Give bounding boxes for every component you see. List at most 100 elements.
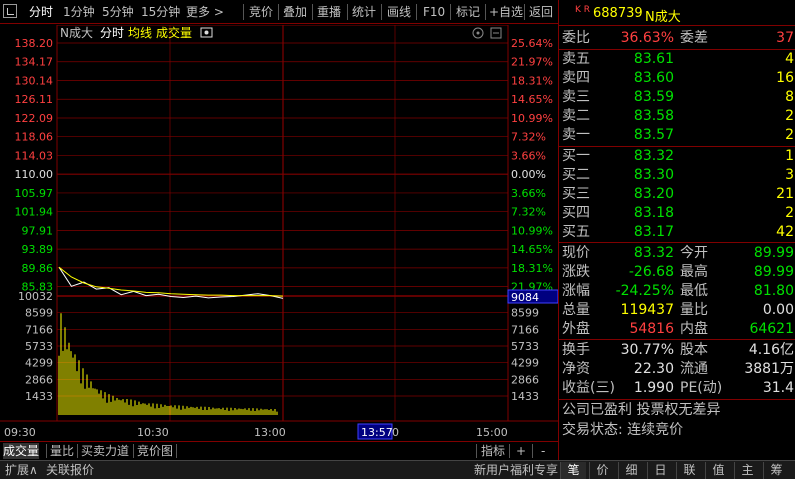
stat-label: 涨跌 xyxy=(562,264,590,280)
volume-label: 2866 xyxy=(25,373,53,386)
stat-label: 股本 xyxy=(680,342,708,358)
price-label: 105.97 xyxy=(15,187,54,200)
menu-collapse-icon[interactable] xyxy=(3,4,17,18)
settings-icon[interactable] xyxy=(472,27,484,39)
tab-auction-chart[interactable]: 竞价图 xyxy=(137,443,173,459)
stat-value: 4.16亿 xyxy=(748,342,794,358)
weibi-label: 委比 xyxy=(562,30,590,46)
stock-name: N成大 xyxy=(645,10,681,25)
zoom-in-button[interactable]: + xyxy=(516,443,526,459)
toolbar-tab-1min[interactable]: 1分钟 xyxy=(63,3,95,21)
order-price: 83.20 xyxy=(633,186,674,202)
stat-label: 流通 xyxy=(680,361,708,377)
toolbar-tab-5min[interactable]: 5分钟 xyxy=(102,3,134,21)
legend-average-line: 均线 xyxy=(128,26,152,40)
toolbar-draw-button[interactable]: 画线 xyxy=(387,3,411,21)
price-label: 134.17 xyxy=(15,56,54,69)
order-level-label: 买一 xyxy=(562,148,590,164)
weicha-label: 委差 xyxy=(680,30,708,46)
price-lines xyxy=(58,266,284,299)
pct-label: 3.66% xyxy=(511,149,546,162)
price-label: 122.09 xyxy=(15,112,54,125)
price-label: 130.14 xyxy=(15,74,54,87)
pct-label: 21.97% xyxy=(511,56,553,69)
side-tab-2[interactable]: 细 xyxy=(618,462,644,479)
price-label: 126.11 xyxy=(15,93,54,106)
weibi-row: 委比 36.63% 委差 37 xyxy=(559,29,795,48)
chart-toolbar: 分时 1分钟 5分钟 15分钟 更多 > 竞价 叠加 重播 统计 画线 F10 … xyxy=(0,0,558,24)
volume-label: 5733 xyxy=(25,340,53,353)
pct-label: 10.99% xyxy=(511,112,553,125)
weibi-value: 36.63% xyxy=(620,30,674,46)
intraday-chart[interactable]: 138.20 25.64% 134.17 21.97% 130.14 18.31% 126.… xyxy=(0,24,559,440)
stat-label: 今开 xyxy=(680,245,708,261)
tab-buy-sell-force[interactable]: 买卖力道 xyxy=(81,443,129,459)
stat-value: 30.77% xyxy=(620,342,674,358)
chart-grid xyxy=(0,24,558,422)
camera-icon[interactable] xyxy=(200,27,213,38)
order-volume: 2 xyxy=(785,108,794,124)
price-label: 89.86 xyxy=(22,262,54,275)
collapse-chart-icon[interactable] xyxy=(490,27,502,39)
toolbar-f10-button[interactable]: F10 xyxy=(423,3,445,21)
price-axis-labels: 138.20 25.64% 134.17 21.97% 130.14 18.31% 126.… xyxy=(15,37,559,403)
side-tab-1[interactable]: 价 xyxy=(589,462,615,479)
toolbar-jingjia-button[interactable]: 竞价 xyxy=(249,3,273,21)
volume-label: 4299 xyxy=(25,357,53,370)
side-tab-7[interactable]: 筹 xyxy=(763,462,789,479)
zoom-out-button[interactable]: - xyxy=(541,443,545,459)
stat-label: 最低 xyxy=(680,283,708,299)
toolbar-tab-fenshi[interactable]: 分时 xyxy=(29,3,53,21)
order-volume: 8 xyxy=(785,89,794,105)
side-tab-3[interactable]: 日 xyxy=(647,462,673,479)
side-tab-5[interactable]: 值 xyxy=(705,462,731,479)
order-volume: 2 xyxy=(785,205,794,221)
toolbar-stats-button[interactable]: 统计 xyxy=(352,3,376,21)
cursor-time-suffix: 0 xyxy=(392,426,399,439)
related-quote-button[interactable]: 关联报价 xyxy=(46,463,94,478)
toolbar-overlay-button[interactable]: 叠加 xyxy=(283,3,307,21)
time-label: 09:30 xyxy=(4,426,36,439)
sell-order-row: 卖五 83.61 4 xyxy=(559,50,795,69)
order-volume: 16 xyxy=(776,70,794,86)
tab-volume[interactable]: 成交量 xyxy=(3,443,40,459)
side-tab-0[interactable]: 笔 xyxy=(560,462,586,479)
quote-panel: K R 688739 N成大 委比 36.63% 委差 37 卖五 83.61 4 卖… xyxy=(558,0,795,460)
toolbar-more-button[interactable]: 更多 > xyxy=(186,3,224,21)
volume-label: 7166 xyxy=(25,323,53,336)
expand-button[interactable]: 扩展∧ xyxy=(5,463,38,478)
pct-label: 0.00% xyxy=(511,168,546,181)
kechuang-badge: K R xyxy=(575,5,591,15)
order-volume: 42 xyxy=(776,224,794,240)
side-tab-6[interactable]: 主 xyxy=(734,462,760,479)
toolbar-add-watchlist-button[interactable]: +自选 xyxy=(489,3,523,21)
stat-value: 0.00 xyxy=(762,302,794,318)
stat-label: 现价 xyxy=(562,245,590,261)
volume-label-right: 1433 xyxy=(511,390,539,403)
volume-label-right: 4299 xyxy=(511,357,539,370)
order-volume: 3 xyxy=(785,167,794,183)
tab-volume-ratio[interactable]: 量比 xyxy=(50,443,74,459)
volume-label: 1433 xyxy=(25,390,53,403)
order-level-label: 买二 xyxy=(562,167,590,183)
sell-order-row: 卖四 83.60 16 xyxy=(559,69,795,88)
stat-value: 54816 xyxy=(629,321,674,337)
quote-stat-row: 涨幅 -24.25% 最低 81.80 xyxy=(559,282,795,301)
toolbar-replay-button[interactable]: 重播 xyxy=(317,3,341,21)
price-label: 97.91 xyxy=(22,224,54,237)
sell-order-row: 卖一 83.57 2 xyxy=(559,126,795,145)
stat-value: 31.4 xyxy=(762,380,794,396)
buy-order-row: 买一 83.32 1 xyxy=(559,147,795,166)
order-level-label: 买五 xyxy=(562,224,590,240)
company-note: 公司已盈利 投票权无差异 xyxy=(559,401,795,420)
side-tab-4[interactable]: 联 xyxy=(676,462,702,479)
indicator-button[interactable]: 指标 xyxy=(481,443,505,459)
toolbar-back-button[interactable]: 返回 xyxy=(529,3,553,21)
trade-status: 交易状态: 连续竞价 xyxy=(559,421,795,440)
order-level-label: 卖五 xyxy=(562,51,590,67)
legend-stock-name: N成大 xyxy=(60,26,93,40)
toolbar-mark-button[interactable]: 标记 xyxy=(456,3,480,21)
toolbar-tab-15min[interactable]: 15分钟 xyxy=(141,3,180,21)
price-label: 138.20 xyxy=(15,37,54,50)
new-user-promo-link[interactable]: 新用户福利专享 xyxy=(474,463,558,478)
